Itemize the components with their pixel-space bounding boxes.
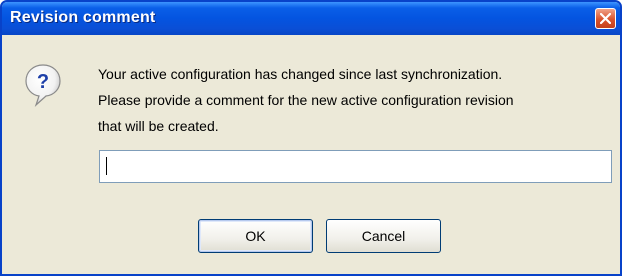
dialog-body: ? Your active configuration has changed … <box>2 35 620 274</box>
message-line: that will be created. <box>98 118 219 134</box>
message-line: Please provide a comment for the new act… <box>98 92 514 108</box>
title-bar[interactable]: Revision comment <box>2 2 620 35</box>
message-line: Your active configuration has changed si… <box>98 66 503 82</box>
cancel-button[interactable]: Cancel <box>326 219 441 253</box>
message-text: Your active configuration has changed si… <box>98 61 514 139</box>
svg-text:?: ? <box>37 71 49 93</box>
revision-comment-dialog: Revision comment ? Your active configura… <box>0 0 622 276</box>
text-caret <box>106 157 107 175</box>
comment-input[interactable] <box>99 150 612 183</box>
dialog-title: Revision comment <box>10 9 156 26</box>
close-icon <box>600 13 611 24</box>
ok-button[interactable]: OK <box>198 219 313 253</box>
question-icon: ? <box>25 64 61 107</box>
close-button[interactable] <box>595 8 616 29</box>
